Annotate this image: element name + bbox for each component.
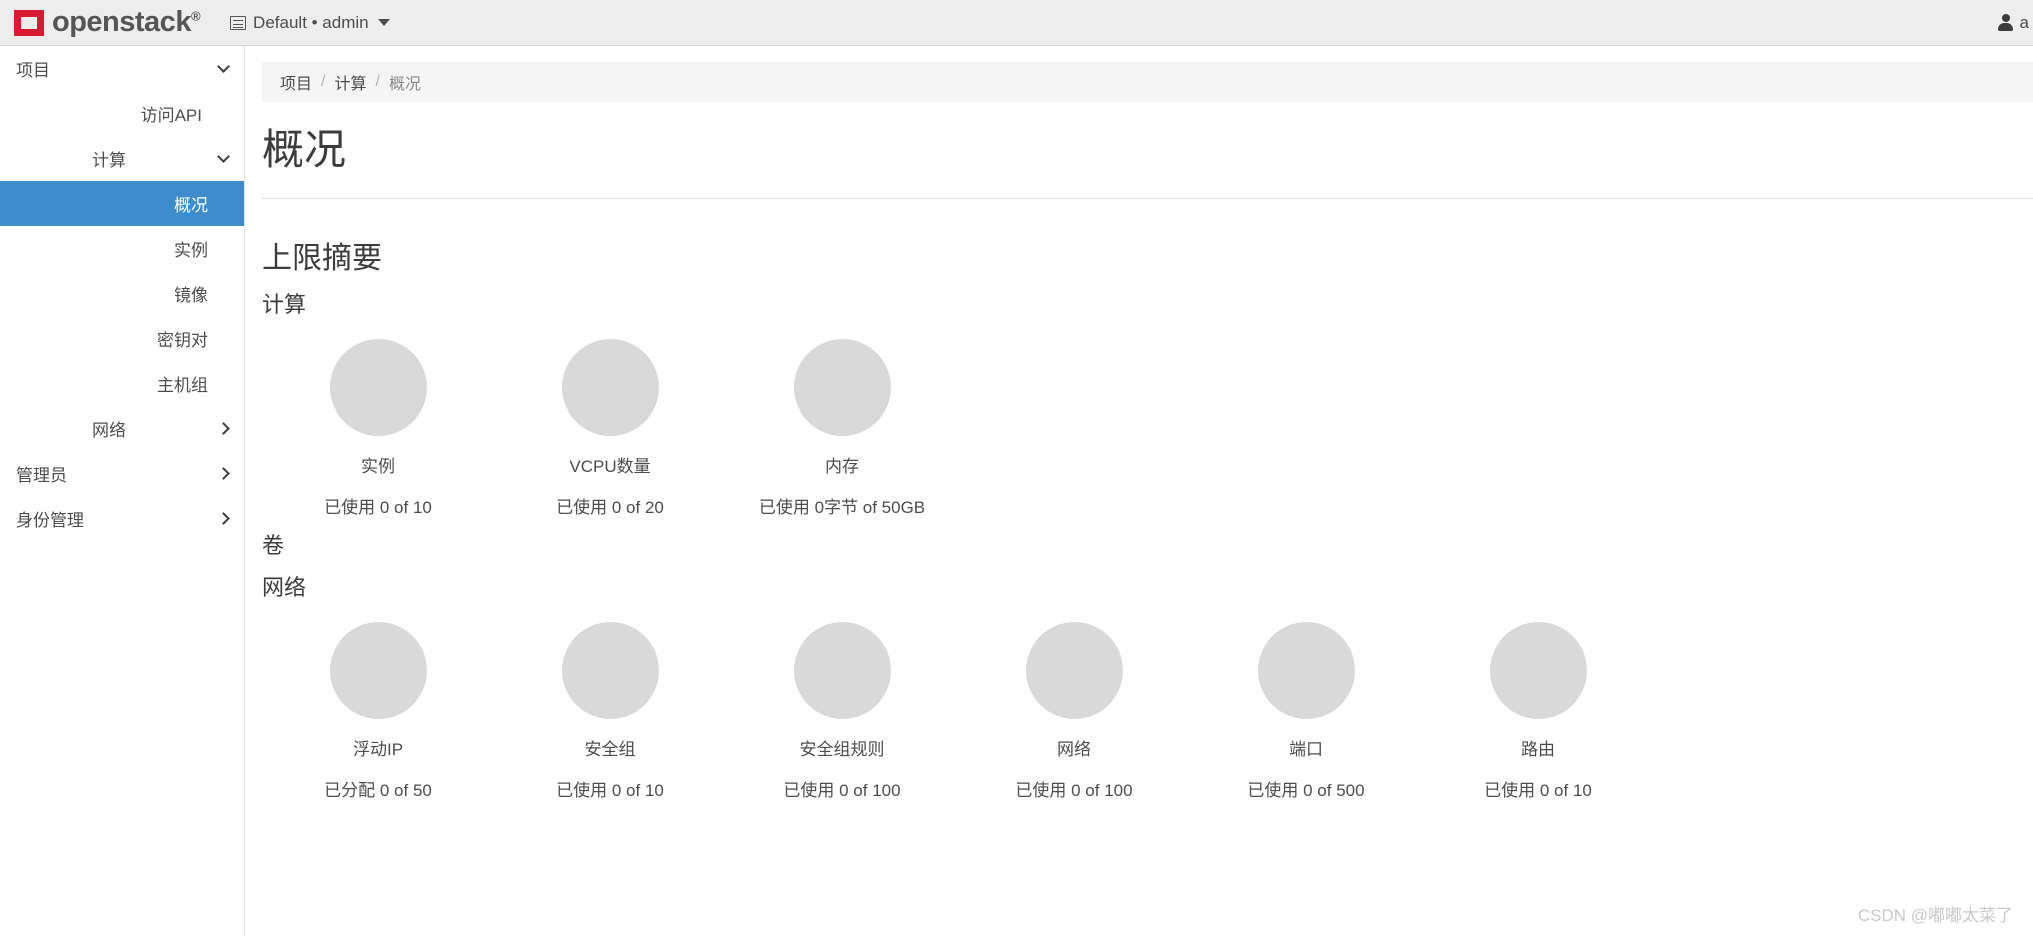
quota-usage-text: 已使用 0 of 100 xyxy=(1015,781,1133,801)
sidebar-item-label: 身份管理 xyxy=(16,511,84,530)
quota-usage-text: 已使用 0字节 of 50GB xyxy=(758,498,926,518)
quota-label: 实例 xyxy=(361,457,395,477)
quota-label: 浮动IP xyxy=(352,740,404,760)
quota-item: 浮动IP 已分配 0 of 50 xyxy=(262,610,494,801)
sidebar-item-6[interactable]: 密钥对 xyxy=(0,316,244,361)
sidebar-item-label: 计算 xyxy=(92,151,126,170)
user-menu-label: a xyxy=(2019,12,2029,32)
chevron-down-icon xyxy=(377,19,390,26)
breadcrumb-separator: / xyxy=(321,73,326,90)
breadcrumb: 项目 / 计算 / 概况 xyxy=(262,62,2033,102)
quota-label: 内存 xyxy=(825,457,859,477)
sidebar-item-label: 密钥对 xyxy=(157,331,208,350)
quota-donut-chart xyxy=(329,339,427,437)
quota-label: 安全组 xyxy=(584,740,636,760)
quota-donut-chart xyxy=(793,622,891,720)
breadcrumb-item-0[interactable]: 项目 xyxy=(280,70,312,94)
quota-section-heading-0: 计算 xyxy=(262,292,307,318)
quota-donut-chart xyxy=(1257,622,1355,720)
quota-section-heading-1: 卷 xyxy=(262,533,285,559)
sidebar-item-label: 实例 xyxy=(174,241,208,260)
openstack-logo[interactable]: openstack® xyxy=(0,0,201,46)
breadcrumb-item-1[interactable]: 计算 xyxy=(334,70,366,94)
breadcrumb-separator: / xyxy=(375,73,380,90)
chevron-right-icon xyxy=(217,422,230,435)
quota-sections: 计算 实例 已使用 0 of 10 VCPU数量 已使用 0 of 20 内存 已使用 0字… xyxy=(246,287,2033,801)
sidebar-item-4[interactable]: 实例 xyxy=(0,226,244,271)
title-divider xyxy=(262,198,2033,200)
quota-donut-chart xyxy=(1025,622,1123,720)
watermark: CSDN @嘟嘟太菜了 xyxy=(1857,906,2013,925)
sidebar-item-label: 项目 xyxy=(16,61,50,80)
sidebar-item-3[interactable]: 概况 xyxy=(0,181,244,226)
quota-item: 路由已使用 0 of 10 xyxy=(1422,610,1654,801)
quota-donut-chart xyxy=(561,622,659,720)
registered-mark-icon: ® xyxy=(190,8,201,24)
quota-usage-text: 已使用 0 of 20 xyxy=(556,498,664,518)
chevron-down-icon xyxy=(217,60,230,73)
sidebar-item-10[interactable]: 身份管理 xyxy=(0,496,244,541)
quota-label: 网络 xyxy=(1057,740,1091,760)
sidebar-item-label: 管理员 xyxy=(16,466,67,485)
sidebar-item-0[interactable]: 项目 xyxy=(0,46,244,91)
quota-donut-chart xyxy=(561,339,659,437)
quota-row-2: 浮动IP 已分配 0 of 50 安全组 已使用 0 of 10 安全组规则 已使用 0 … xyxy=(262,610,2033,801)
quota-usage-text: 已使用 0 of 100 xyxy=(783,781,901,801)
quota-item: 安全组规则已使用 0 of 100 xyxy=(726,610,958,801)
quota-donut-chart xyxy=(329,622,427,720)
openstack-mark-icon xyxy=(14,9,44,36)
user-menu[interactable]: a xyxy=(1997,13,2029,33)
page-title: 概况 xyxy=(262,126,347,173)
quota-item: 端口已使用 0 of 500 xyxy=(1190,610,1422,801)
chevron-right-icon xyxy=(217,467,230,480)
breadcrumb-item-2: 概况 xyxy=(388,76,421,93)
top-navbar: openstack® Default • admin a xyxy=(0,0,2033,46)
chevron-down-icon xyxy=(217,150,230,163)
sidebar: 项目访问API 计算概况实例镜像密钥对主机组网络管理员身份管理 xyxy=(0,46,245,936)
navbar-right-area: a xyxy=(1997,0,2033,46)
quota-item: 内存已使用 0字节 of 50GB xyxy=(726,327,958,518)
sidebar-item-label: 网络 xyxy=(92,421,126,440)
quota-usage-text: 已使用 0 of 10 xyxy=(556,781,664,801)
user-avatar-icon xyxy=(1997,14,2014,31)
sidebar-item-2[interactable]: 计算 xyxy=(0,136,244,181)
quota-label: 端口 xyxy=(1289,740,1323,760)
quota-usage-text: 已使用 0 of 500 xyxy=(1247,781,1365,801)
sidebar-item-1[interactable]: 访问API xyxy=(0,91,244,136)
sidebar-item-label: 主机组 xyxy=(157,376,208,395)
quota-row-0: 实例 已使用 0 of 10 VCPU数量 已使用 0 of 20 内存 已使用 0字节 … xyxy=(262,327,2033,518)
quota-label: 路由 xyxy=(1521,740,1555,760)
quota-section-heading-2: 网络 xyxy=(262,575,307,601)
sidebar-item-label: 镜像 xyxy=(174,286,208,305)
quota-label: 安全组规则 xyxy=(799,740,885,760)
main-content: 项目 / 计算 / 概况 概况 上限摘要 计算 实例 已使用 0 of 10 VCPU数量 已使… xyxy=(246,46,2033,936)
quota-donut-chart xyxy=(1489,622,1587,720)
context-switcher-label: Default • admin xyxy=(253,12,369,32)
chevron-right-icon xyxy=(217,512,230,525)
quota-item: 安全组已使用 0 of 10 xyxy=(494,610,726,801)
limit-summary-heading: 上限摘要 xyxy=(262,242,382,276)
sidebar-item-label: 访问API xyxy=(140,106,202,125)
context-switcher[interactable]: Default • admin xyxy=(230,13,390,33)
brand-name: openstack xyxy=(52,6,191,38)
quota-usage-text: 已使用 0 of 10 xyxy=(1484,781,1592,801)
project-list-icon xyxy=(230,15,247,30)
quota-item: 实例已使用 0 of 10 xyxy=(262,327,494,518)
sidebar-item-7[interactable]: 主机组 xyxy=(0,361,244,406)
sidebar-item-inner: 网络 xyxy=(16,416,230,441)
quota-usage-text: 已使用 0 of 10 xyxy=(324,498,432,518)
sidebar-item-9[interactable]: 管理员 xyxy=(0,451,244,496)
sidebar-item-inner: 计算 xyxy=(16,146,230,171)
quota-usage-text: 已分配 0 of 50 xyxy=(324,781,432,801)
sidebar-item-8[interactable]: 网络 xyxy=(0,406,244,451)
quota-item: 网络已使用 0 of 100 xyxy=(958,610,1190,801)
quota-label: VCPU数量 xyxy=(569,457,651,477)
sidebar-item-label: 概况 xyxy=(174,196,208,215)
quota-donut-chart xyxy=(793,339,891,437)
brand-wordmark: openstack® xyxy=(52,6,201,38)
quota-item: VCPU数量 已使用 0 of 20 xyxy=(494,327,726,518)
sidebar-item-5[interactable]: 镜像 xyxy=(0,271,244,316)
